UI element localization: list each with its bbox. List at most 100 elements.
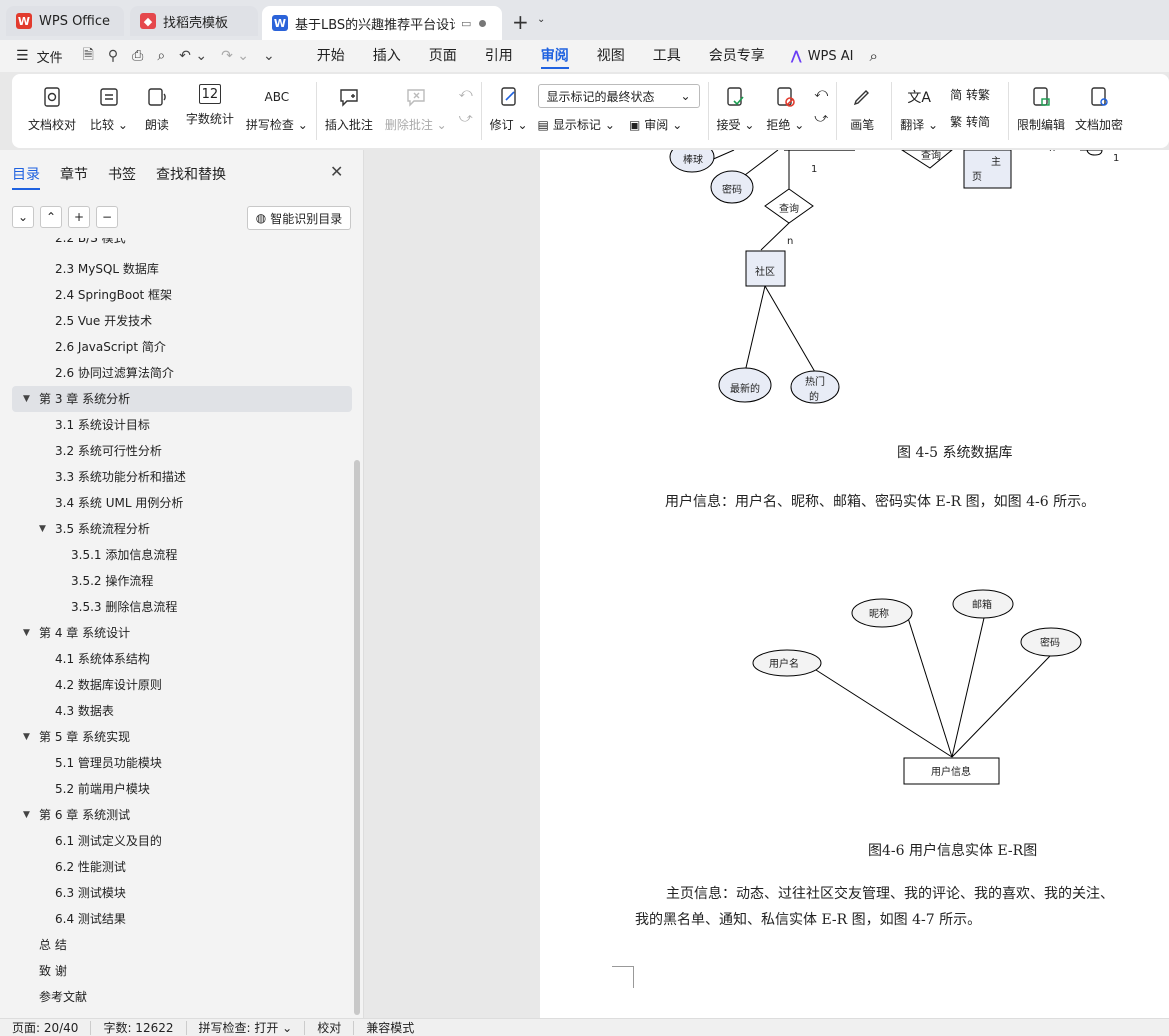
expand-caret-icon[interactable]: ▼: [23, 802, 30, 828]
menu-tab-0[interactable]: 开始: [303, 40, 359, 72]
next-change-icon[interactable]: ⤻: [814, 111, 828, 126]
nav-tab-bookmarks[interactable]: 书签: [108, 164, 136, 184]
print-icon[interactable]: ⎙: [132, 48, 143, 64]
encrypt-button[interactable]: 文档加密: [1075, 74, 1123, 133]
status-proof[interactable]: 校对: [305, 1020, 355, 1035]
toc-item[interactable]: 3.4 系统 UML 用例分析: [12, 490, 352, 516]
prev-change-icon[interactable]: ⤺: [814, 86, 828, 101]
tab-list-chevron-icon[interactable]: ⌄: [537, 14, 545, 25]
toc-item[interactable]: 4.2 数据库设计原则: [12, 672, 352, 698]
search-icon[interactable]: ⌕: [870, 47, 878, 65]
revise-button[interactable]: 修订 ⌄: [490, 74, 528, 133]
to-simplified-button[interactable]: 繁 转简: [950, 113, 990, 130]
tab-template[interactable]: ◆ 找稻壳模板: [130, 6, 258, 36]
spell-check-button[interactable]: ABC 拼写检查 ⌄: [246, 74, 308, 133]
share-icon[interactable]: ⚲: [108, 48, 118, 64]
toc-item[interactable]: 3.5.3 删除信息流程: [12, 594, 352, 620]
markup-state-select[interactable]: 显示标记的最终状态 ⌄: [537, 84, 700, 108]
toc-item[interactable]: 6.2 性能测试: [12, 854, 352, 880]
toc-item[interactable]: ▼ 第 4 章 系统设计: [12, 620, 352, 646]
read-aloud-button[interactable]: 朗读: [144, 74, 170, 133]
toc-scrollbar[interactable]: [354, 460, 360, 1015]
toc-item[interactable]: 3.3 系统功能分析和描述: [12, 464, 352, 490]
word-count-button[interactable]: 12 字数统计: [186, 74, 234, 127]
close-icon[interactable]: ✕: [330, 162, 343, 181]
tab-document[interactable]: W 基于LBS的兴趣推荐平台设计与 ▭: [262, 6, 502, 40]
add-heading-icon[interactable]: +: [68, 206, 90, 228]
review-pane-button[interactable]: ▣ 审阅 ⌄: [629, 116, 682, 133]
toc-item[interactable]: 3.5.1 添加信息流程: [12, 542, 352, 568]
insert-comment-button[interactable]: 插入批注: [325, 74, 373, 133]
toc-item[interactable]: 2.3 MySQL 数据库: [12, 256, 352, 282]
nav-tab-toc[interactable]: 目录: [12, 164, 40, 190]
toc-item[interactable]: ▼ 第 3 章 系统分析: [12, 386, 352, 412]
toc-item[interactable]: 6.3 测试模块: [12, 880, 352, 906]
toc-item[interactable]: 2.4 SpringBoot 框架: [12, 282, 352, 308]
expand-caret-icon[interactable]: ▼: [23, 620, 30, 646]
menu-tab-2[interactable]: 页面: [415, 40, 471, 72]
restrict-edit-button[interactable]: 限制编辑: [1017, 74, 1065, 133]
toc-item[interactable]: 4.3 数据表: [12, 698, 352, 724]
toc-item[interactable]: 3.5.2 操作流程: [12, 568, 352, 594]
document-page[interactable]: 棒球 密码 查询 社区 最新的 热门 的 查询 主 页 1 n 1 n 图 4-…: [540, 150, 1169, 1018]
menu-tab-6[interactable]: 工具: [639, 40, 695, 72]
toc-item[interactable]: 6.4 测试结果: [12, 906, 352, 932]
status-spell[interactable]: 拼写检查: 打开 ⌄: [187, 1020, 306, 1035]
toc-item[interactable]: 总 结: [12, 932, 352, 958]
remove-heading-icon[interactable]: −: [96, 206, 118, 228]
toc-item[interactable]: 3.1 系统设计目标: [12, 412, 352, 438]
menu-tab-5[interactable]: 视图: [583, 40, 639, 72]
delete-comment-button[interactable]: 删除批注 ⌄: [385, 74, 447, 133]
to-traditional-button[interactable]: 简 转繁: [950, 86, 990, 103]
menu-tab-3[interactable]: 引用: [471, 40, 527, 72]
toc-item[interactable]: 2.6 JavaScript 简介: [12, 334, 352, 360]
accept-button[interactable]: 接受 ⌄: [717, 74, 754, 133]
toc-item[interactable]: 6.1 测试定义及目的: [12, 828, 352, 854]
menu-tab-7[interactable]: 会员专享: [695, 40, 779, 72]
nav-tab-sections[interactable]: 章节: [60, 164, 88, 184]
collapse-down-icon[interactable]: ⌄: [12, 206, 34, 228]
toc-item[interactable]: 参考文献: [12, 984, 352, 1010]
toc-item[interactable]: 3.2 系统可行性分析: [12, 438, 352, 464]
expand-caret-icon[interactable]: ▼: [23, 386, 30, 412]
reject-button[interactable]: 拒绝 ⌄: [766, 74, 804, 133]
toc-item[interactable]: 2.5 Vue 开发技术: [12, 308, 352, 334]
show-markup-button[interactable]: ▤ 显示标记 ⌄: [538, 116, 615, 133]
menu-file[interactable]: 文件: [37, 47, 63, 66]
status-words[interactable]: 字数: 12622: [91, 1020, 187, 1035]
toc-item[interactable]: ▼ 3.5 系统流程分析: [12, 516, 352, 542]
expand-caret-icon[interactable]: ▼: [23, 724, 30, 750]
doc-proof-button[interactable]: 文档校对: [28, 74, 76, 133]
expand-caret-icon[interactable]: ▼: [39, 516, 46, 542]
redo-icon[interactable]: ↷ ⌄: [221, 48, 249, 64]
toc-item[interactable]: 致 谢: [12, 958, 352, 984]
status-page[interactable]: 页面: 20/40: [0, 1020, 92, 1035]
print-preview-icon[interactable]: ⌕: [157, 48, 165, 64]
smart-toc-button[interactable]: ◍ 智能识别目录: [247, 206, 351, 230]
toc-item[interactable]: ▼ 第 5 章 系统实现: [12, 724, 352, 750]
next-comment-icon[interactable]: ⤻: [459, 111, 473, 126]
undo-icon[interactable]: ↶ ⌄: [179, 48, 207, 64]
unsaved-dot-icon[interactable]: [479, 19, 487, 27]
pen-button[interactable]: 画笔: [849, 74, 875, 133]
new-tab-plus-icon[interactable]: +: [512, 10, 529, 34]
toc-item[interactable]: 5.1 管理员功能模块: [12, 750, 352, 776]
translate-button[interactable]: 文A 翻译 ⌄: [900, 74, 938, 133]
tab-wps-office[interactable]: W WPS Office: [6, 6, 124, 36]
hamburger-icon[interactable]: ☰: [16, 48, 29, 64]
monitor-icon[interactable]: ▭: [461, 17, 471, 30]
prev-comment-icon[interactable]: ⤺: [459, 86, 473, 101]
nav-tab-find-replace[interactable]: 查找和替换: [156, 164, 226, 184]
collapse-up-icon[interactable]: ⌃: [40, 206, 62, 228]
menu-tab-1[interactable]: 插入: [359, 40, 415, 72]
compare-button[interactable]: 比较 ⌄: [90, 74, 128, 133]
toc-item[interactable]: 4.1 系统体系结构: [12, 646, 352, 672]
toc-item[interactable]: 5.2 前端用户模块: [12, 776, 352, 802]
toc-item[interactable]: 2.2 B/S 模式: [12, 238, 352, 250]
save-icon[interactable]: 🗎: [83, 44, 94, 68]
toc-item[interactable]: 2.6 协同过滤算法简介: [12, 360, 352, 386]
wps-ai-button[interactable]: ⋀ WPS AI ⌕: [791, 47, 878, 65]
toc-item[interactable]: ▼ 第 6 章 系统测试: [12, 802, 352, 828]
more-chevron-icon[interactable]: ⌄: [263, 48, 275, 64]
menu-tab-4[interactable]: 审阅: [527, 40, 583, 72]
